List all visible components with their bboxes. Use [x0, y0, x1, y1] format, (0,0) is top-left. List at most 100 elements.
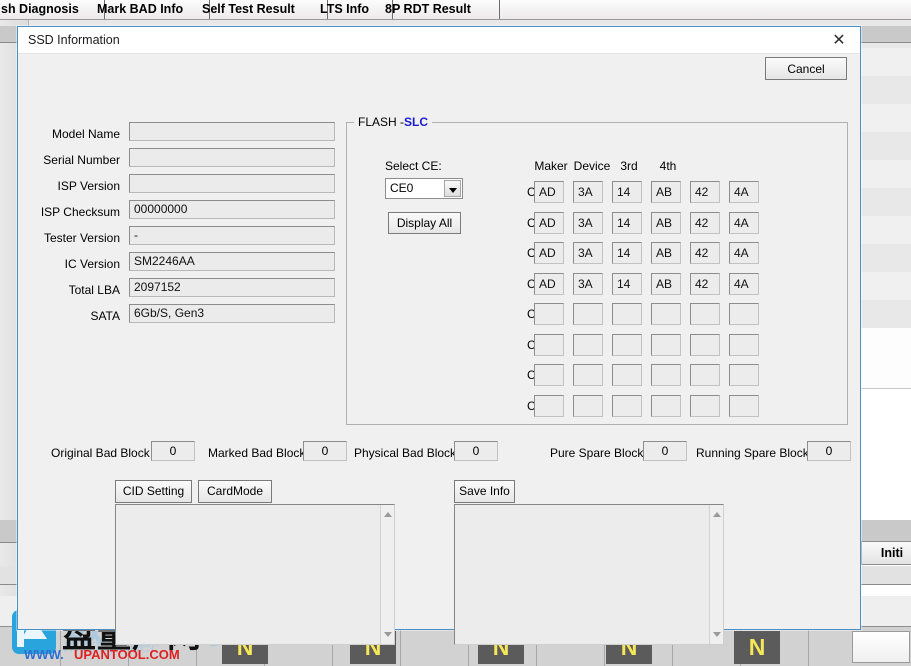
cancel-button[interactable]: Cancel [765, 57, 847, 80]
flash-cell-ch3-c3[interactable]: AB [651, 273, 681, 295]
label-serial-number: Serial Number [38, 152, 120, 168]
flash-cell-ch2-c4[interactable]: 42 [690, 242, 720, 264]
tab-bar: sh Diagnosis Mark BAD Info Self Test Res… [0, 0, 911, 20]
flash-cell-ch6-c3[interactable] [651, 364, 681, 386]
column-header-3rd: 3rd [615, 159, 643, 173]
flash-cell-ch6-c5[interactable] [729, 364, 759, 386]
label-physical-bad-block: Physical Bad Block [354, 445, 456, 461]
flash-cell-ch1-c2[interactable]: 14 [612, 212, 642, 234]
flash-cell-ch5-c4[interactable] [690, 334, 720, 356]
flash-cell-ch7-c4[interactable] [690, 395, 720, 417]
label-running-spare-block: Running Spare Block [696, 445, 809, 461]
field-pure-spare-block[interactable]: 0 [643, 441, 687, 461]
flash-cell-ch3-c0[interactable]: AD [534, 273, 564, 295]
label-ic-version: IC Version [38, 256, 120, 272]
ssd-information-dialog: SSD Information ✕ Cancel Model Name Seri… [17, 26, 861, 630]
flash-group-caption: FLASH -SLC [354, 115, 432, 129]
cid-setting-button[interactable]: CID Setting [115, 480, 192, 503]
flash-cell-ch5-c2[interactable] [612, 334, 642, 356]
initialize-button[interactable]: Initi [861, 541, 911, 565]
flash-cell-ch0-c3[interactable]: AB [651, 181, 681, 203]
save-info-button[interactable]: Save Info [454, 480, 515, 503]
select-ce-dropdown[interactable]: CE0 [385, 178, 463, 199]
label-original-bad-block: Original Bad Block [51, 445, 150, 461]
flash-cell-ch5-c3[interactable] [651, 334, 681, 356]
field-model-name[interactable] [129, 122, 335, 141]
flash-cell-ch0-c4[interactable]: 42 [690, 181, 720, 203]
flash-cell-ch0-c2[interactable]: 14 [612, 181, 642, 203]
dialog-title-bar: SSD Information ✕ [18, 27, 860, 54]
flash-cell-ch1-c0[interactable]: AD [534, 212, 564, 234]
tab-self-test-result[interactable]: Self Test Result [195, 0, 328, 19]
display-all-button[interactable]: Display All [388, 212, 461, 234]
background-panel [852, 631, 910, 663]
flash-cell-ch4-c2[interactable] [612, 303, 642, 325]
label-total-lba: Total LBA [38, 282, 120, 298]
flash-cell-ch6-c0[interactable] [534, 364, 564, 386]
flash-cell-ch2-c2[interactable]: 14 [612, 242, 642, 264]
flash-cell-ch4-c5[interactable] [729, 303, 759, 325]
field-physical-bad-block[interactable]: 0 [454, 441, 498, 461]
flash-cell-ch4-c4[interactable] [690, 303, 720, 325]
flash-cell-ch7-c1[interactable] [573, 395, 603, 417]
flash-cell-ch2-c3[interactable]: AB [651, 242, 681, 264]
flash-cell-ch0-c0[interactable]: AD [534, 181, 564, 203]
field-running-spare-block[interactable]: 0 [807, 441, 851, 461]
chip-cell[interactable]: N [734, 631, 780, 664]
field-original-bad-block[interactable]: 0 [151, 441, 195, 461]
field-isp-checksum[interactable]: 00000000 [129, 200, 335, 219]
flash-cell-ch2-c0[interactable]: AD [534, 242, 564, 264]
tab-mark-bad-info[interactable]: Mark BAD Info [90, 0, 210, 19]
flash-cell-ch6-c2[interactable] [612, 364, 642, 386]
flash-cell-ch2-c5[interactable]: 4A [729, 242, 759, 264]
scroll-down-icon[interactable] [713, 632, 721, 637]
flash-cell-ch1-c1[interactable]: 3A [573, 212, 603, 234]
chevron-down-icon[interactable] [444, 180, 461, 197]
flash-cell-ch5-c0[interactable] [534, 334, 564, 356]
scroll-up-icon[interactable] [384, 512, 392, 517]
flash-cell-ch1-c4[interactable]: 42 [690, 212, 720, 234]
flash-cell-ch3-c5[interactable]: 4A [729, 273, 759, 295]
flash-cell-ch1-c5[interactable]: 4A [729, 212, 759, 234]
log-right-value[interactable] [459, 507, 707, 642]
scroll-up-icon[interactable] [713, 512, 721, 517]
card-mode-button[interactable]: CardMode [198, 480, 272, 503]
flash-cell-ch4-c1[interactable] [573, 303, 603, 325]
flash-cell-ch3-c1[interactable]: 3A [573, 273, 603, 295]
flash-cell-ch0-c5[interactable]: 4A [729, 181, 759, 203]
field-ic-version[interactable]: SM2246AA [129, 252, 335, 271]
flash-cell-ch7-c0[interactable] [534, 395, 564, 417]
field-marked-bad-block[interactable]: 0 [303, 441, 347, 461]
tab-8p-rdt-result[interactable]: 8P RDT Result [378, 0, 500, 19]
label-isp-checksum: ISP Checksum [38, 204, 120, 220]
scrollbar-left[interactable] [380, 505, 394, 644]
flash-cell-ch6-c4[interactable] [690, 364, 720, 386]
flash-cell-ch3-c2[interactable]: 14 [612, 273, 642, 295]
flash-caption-prefix: FLASH - [358, 115, 404, 129]
flash-cell-ch2-c1[interactable]: 3A [573, 242, 603, 264]
flash-cell-ch1-c3[interactable]: AB [651, 212, 681, 234]
flash-cell-ch7-c3[interactable] [651, 395, 681, 417]
flash-cell-ch0-c1[interactable]: 3A [573, 181, 603, 203]
flash-cell-ch5-c1[interactable] [573, 334, 603, 356]
scrollbar-right[interactable] [709, 505, 723, 644]
flash-cell-ch5-c5[interactable] [729, 334, 759, 356]
field-total-lba[interactable]: 2097152 [129, 278, 335, 297]
scroll-down-icon[interactable] [384, 632, 392, 637]
field-serial-number[interactable] [129, 148, 335, 167]
log-left-value[interactable] [120, 507, 378, 642]
field-sata[interactable]: 6Gb/S, Gen3 [129, 304, 335, 323]
label-isp-version: ISP Version [38, 178, 120, 194]
flash-cell-ch7-c2[interactable] [612, 395, 642, 417]
field-tester-version[interactable]: - [129, 226, 335, 245]
close-icon[interactable]: ✕ [824, 31, 854, 51]
field-isp-version[interactable] [129, 174, 335, 193]
dialog-title: SSD Information [28, 33, 120, 47]
column-header-4th: 4th [654, 159, 682, 173]
flash-cell-ch4-c0[interactable] [534, 303, 564, 325]
column-header-maker: Maker [533, 159, 569, 173]
flash-cell-ch7-c5[interactable] [729, 395, 759, 417]
flash-cell-ch3-c4[interactable]: 42 [690, 273, 720, 295]
flash-cell-ch6-c1[interactable] [573, 364, 603, 386]
flash-cell-ch4-c3[interactable] [651, 303, 681, 325]
